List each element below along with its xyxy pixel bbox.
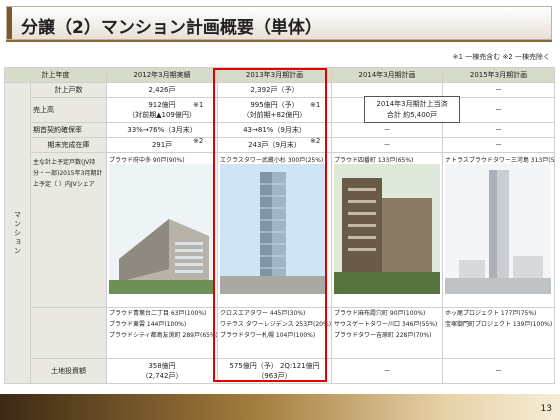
cell-projects-2012: プラウド府中多 90戸(90%) [106, 152, 218, 308]
projects-row: 主な計上予定戸数(JV持分・一部)2015年3月期計上予定（ ）内JVシェア プ… [5, 152, 555, 308]
header-2012: 2012年3月期実績 [106, 67, 218, 83]
cell-units-2013: 2,392戸（予） [217, 82, 332, 98]
star-note-sales-2013: ※1 [310, 101, 321, 109]
building-image-2014 [334, 164, 440, 294]
callout-box: 2014年3月期計上当済 合計 約5,400戸 [364, 96, 460, 123]
project-top-2015: ナトラスプラウドタワー三河島 313戸(50%) [445, 157, 555, 164]
star-note-contract-2012: ※2 [193, 137, 204, 145]
cell-inventory-2015: － [442, 137, 555, 153]
building-image-2012 [109, 164, 215, 294]
cell-list-2012: プラウド青葉台二丁目 63戸(100%) プラウド東雲 144戸(100%) プ… [106, 307, 218, 359]
cell-projects-2013: エクラスタワー武蔵小杉 300戸(25%) [217, 152, 332, 308]
header-2015: 2015年3月期計画 [442, 67, 555, 83]
page-number: 13 [540, 404, 552, 414]
callout-line1: 2014年3月期計上当済 [376, 100, 448, 108]
star-note-sales-2012: ※1 [193, 101, 204, 109]
row-label-land: 土地投資額 [30, 358, 107, 384]
row-label-projects: 主な計上予定戸数(JV持分・一部)2015年3月期計上予定（ ）内JVシェア [30, 152, 107, 308]
cell-land-2014: － [331, 358, 443, 384]
project-top-2014: プラウド四番町 133戸(65%) [334, 157, 414, 164]
building-image-2015 [445, 164, 551, 294]
cell-land-2015: － [442, 358, 555, 384]
land-2012-value: 358億円 [148, 362, 176, 370]
cell-contract-2013: 43→81%（9月末） [217, 122, 332, 138]
title-accent [7, 7, 12, 39]
project-top-2012: プラウド府中多 90戸(90%) [109, 157, 185, 164]
cell-land-2012: 358億円 （2,742戸） [106, 358, 218, 384]
list-item: サウスゲートタワー川口 346戸(55%) [334, 321, 438, 328]
footnote: ※1 一棟売含む ※2 一棟売除く [452, 53, 550, 61]
list-item: プラウド麻布霞穴町 90戸(100%) [334, 310, 426, 317]
cell-list-2014: プラウド麻布霞穴町 90戸(100%) サウスゲートタワー川口 346戸(55%… [331, 307, 443, 359]
star-note-contract-2013: ※2 [310, 137, 321, 145]
cell-inventory-2014: － [331, 137, 443, 153]
building-image-2013 [220, 164, 326, 294]
cell-projects-2014: プラウド四番町 133戸(65%) [331, 152, 443, 308]
list-item: ワテラス タワーレジデンス 253戸(20%) [220, 321, 332, 328]
land-2013-units: （963戸） [257, 372, 292, 380]
list-item: 宝塚御門町プロジェクト 139戸(100%) [445, 321, 553, 328]
list-item: クロスエアタワー 445戸(30%) [220, 310, 306, 317]
project-top-2013: エクラスタワー武蔵小杉 300戸(25%) [220, 157, 324, 164]
sales-2012-diff: （対前期▲109億円） [128, 111, 196, 119]
row-label-inventory: 期末完成在庫 [30, 137, 107, 153]
title-bar: 分譲（2）マンション計画概要（単体） [6, 6, 552, 40]
header-2014: 2014年3月期計画 [331, 67, 443, 83]
list-item: ホッ尾プロジェクト 177戸(75%) [445, 310, 537, 317]
cell-contract-2015: － [442, 122, 555, 138]
table-row: マンション 計上戸数 2,426戸 2,392戸（予） － [4, 82, 555, 384]
list-item: プラウド東雲 144戸(100%) [109, 321, 187, 328]
table-row: 期首契約確保率 33%→76%（3月末） 43→81%（9月末） － － [5, 122, 555, 138]
sales-2013-diff: （対前期+82億円） [242, 111, 307, 119]
row-label-contract: 期首契約確保率 [30, 122, 107, 138]
cell-list-2015: ホッ尾プロジェクト 177戸(75%) 宝塚御門町プロジェクト 139戸(100… [442, 307, 555, 359]
table-row: 期末完成在庫 291戸 243戸（9月末） － － [5, 137, 555, 153]
title-underline [6, 40, 552, 42]
cell-land-2013: 575億円（予） 2Q:121億円 （963戸） [217, 358, 332, 384]
land-2012-units: （2,742戸） [141, 372, 183, 380]
plan-table: 計上年度 2012年3月期実績 2013年3月期計画 2014年3月期計画 20… [4, 67, 555, 384]
side-label: マンション [4, 82, 31, 384]
list-item: プラウドシティ都島友渕町 289戸(65%) [109, 332, 218, 339]
footer-bar [0, 394, 560, 420]
list-item: プラウドタワー吉原町 228戸(70%) [334, 332, 432, 339]
row-label-empty [30, 307, 107, 359]
cell-contract-2012: 33%→76%（3月末） [106, 122, 218, 138]
table-row: 売上高 912億円 （対前期▲109億円） 995億円（予） （対前期+82億円… [5, 97, 555, 123]
cell-projects-2015: ナトラスプラウドタワー三河島 313戸(50%) [442, 152, 555, 308]
projects-list-row: プラウド青葉台二丁目 63戸(100%) プラウド東雲 144戸(100%) プ… [5, 307, 555, 359]
page-title: 分譲（2）マンション計画概要（単体） [21, 18, 322, 38]
cell-list-2013: クロスエアタワー 445戸(30%) ワテラス タワーレジデンス 253戸(20… [217, 307, 332, 359]
row-label-sales: 売上高 [30, 97, 107, 123]
header-2013: 2013年3月期計画 [217, 67, 332, 83]
cell-contract-2014: － [331, 122, 443, 138]
land-2013-value: 575億円（予） 2Q:121億円 [229, 362, 320, 370]
list-item: プラウド青葉台二丁目 63戸(100%) [109, 310, 207, 317]
cell-units-2012: 2,426戸 [106, 82, 218, 98]
table-header-row: 計上年度 2012年3月期実績 2013年3月期計画 2014年3月期計画 20… [4, 67, 555, 83]
table-row: 土地投資額 358億円 （2,742戸） 575億円（予） 2Q:121億円 （… [5, 358, 555, 384]
callout-line2: 合計 約5,400戸 [386, 111, 438, 119]
row-label-units: 計上戸数 [30, 82, 107, 98]
list-item: プラウドタワー札幌 104戸(100%) [220, 332, 316, 339]
header-year: 計上年度 [4, 67, 107, 83]
